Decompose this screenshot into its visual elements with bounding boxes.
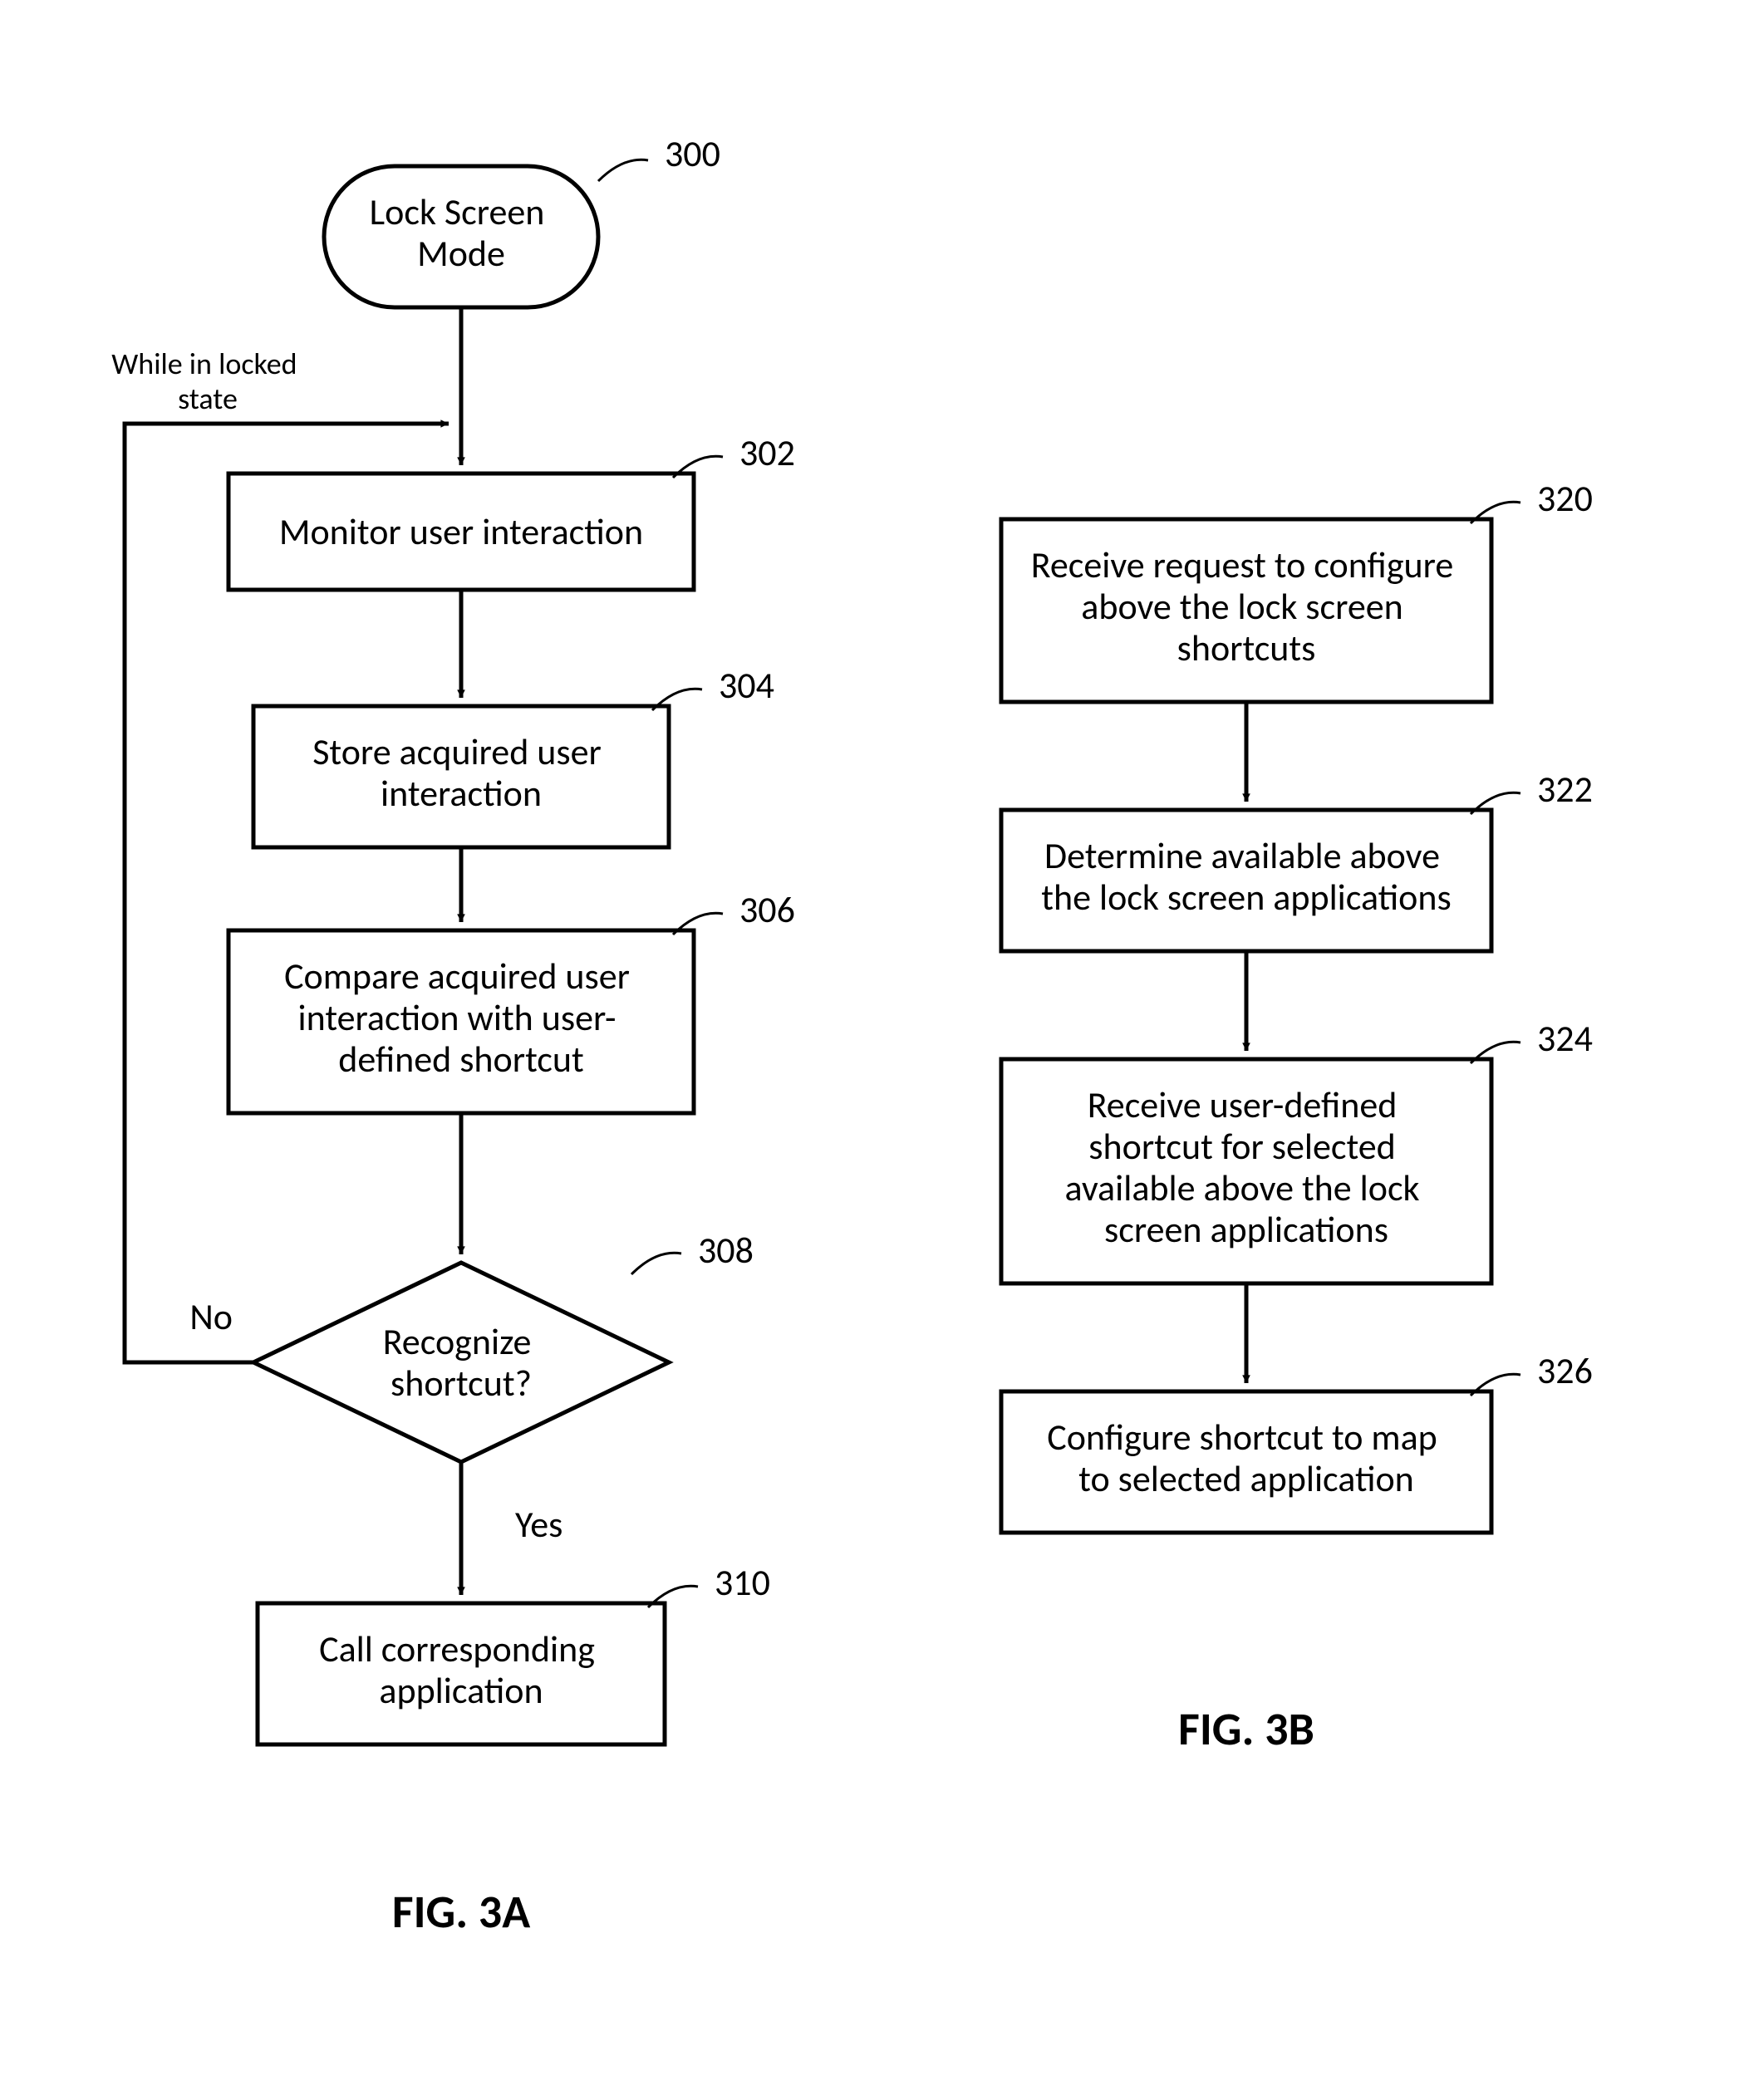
svg-text:Configure shortcut to map: Configure shortcut to map to selected ap… bbox=[1047, 1415, 1445, 1501]
loop-label: While in locked state bbox=[111, 346, 303, 417]
text-306-l2: interaction with user- bbox=[298, 995, 617, 1040]
node-324: Receive user-defined shortcut for select… bbox=[1001, 1059, 1491, 1283]
node-306: Compare acquired user interaction with u… bbox=[228, 930, 694, 1113]
start-text-line2: Mode bbox=[417, 231, 505, 276]
text-310-l1: Call corresponding bbox=[319, 1627, 595, 1671]
node-304: Store acquired user interaction bbox=[253, 706, 669, 847]
label-no: No bbox=[189, 1294, 233, 1339]
diagram-page: Lock Screen Mode 300 While in locked sta… bbox=[0, 0, 1739, 2100]
ref-300: 300 bbox=[665, 131, 720, 176]
svg-text:Determine available above: Determine available above the lock scree… bbox=[1041, 833, 1451, 920]
ref-320: 320 bbox=[1537, 476, 1593, 521]
svg-text:Receive user-defined sho: Receive user-defined shortcut for select… bbox=[1064, 1082, 1427, 1252]
text-304-l2: interaction bbox=[381, 771, 542, 816]
leader-308 bbox=[631, 1253, 681, 1274]
caption-fig-3b: FIG. 3B bbox=[1178, 1701, 1314, 1758]
node-310: Call corresponding application bbox=[258, 1603, 665, 1744]
text-306-l3: defined shortcut bbox=[338, 1037, 584, 1082]
ref-324: 324 bbox=[1537, 1016, 1593, 1061]
ref-304: 304 bbox=[719, 663, 774, 708]
node-320: Receive request to configure above the l… bbox=[1001, 519, 1491, 702]
ref-326: 326 bbox=[1537, 1348, 1593, 1393]
node-302: Monitor user interaction bbox=[228, 473, 694, 590]
ref-322: 322 bbox=[1537, 767, 1593, 812]
label-yes: Yes bbox=[515, 1502, 562, 1547]
node-326: Configure shortcut to map to selected ap… bbox=[1001, 1391, 1491, 1533]
leader-300 bbox=[598, 159, 648, 181]
node-start-300: Lock Screen Mode bbox=[324, 166, 598, 307]
text-310-l2: application bbox=[379, 1668, 543, 1713]
svg-text:Recognize shortcut?: Recognize shortcut? bbox=[383, 1319, 540, 1406]
text-302: Monitor user interaction bbox=[279, 509, 643, 554]
ref-308: 308 bbox=[698, 1228, 754, 1273]
start-text-line1: Lock Screen bbox=[370, 189, 545, 234]
text-308-l2: shortcut? bbox=[391, 1361, 532, 1406]
text-306-l1: Compare acquired user bbox=[284, 954, 630, 998]
diagram-svg: Lock Screen Mode 300 While in locked sta… bbox=[0, 0, 1739, 2100]
text-304-l1: Store acquired user bbox=[312, 729, 602, 774]
caption-fig-3a: FIG. 3A bbox=[392, 1884, 530, 1941]
ref-306: 306 bbox=[739, 887, 795, 932]
ref-302: 302 bbox=[739, 430, 795, 475]
text-308-l1: Recognize bbox=[383, 1319, 532, 1364]
ref-310: 310 bbox=[715, 1560, 770, 1605]
node-decision-308: Recognize shortcut? bbox=[253, 1263, 669, 1462]
node-322: Determine available above the lock scree… bbox=[1001, 810, 1491, 951]
